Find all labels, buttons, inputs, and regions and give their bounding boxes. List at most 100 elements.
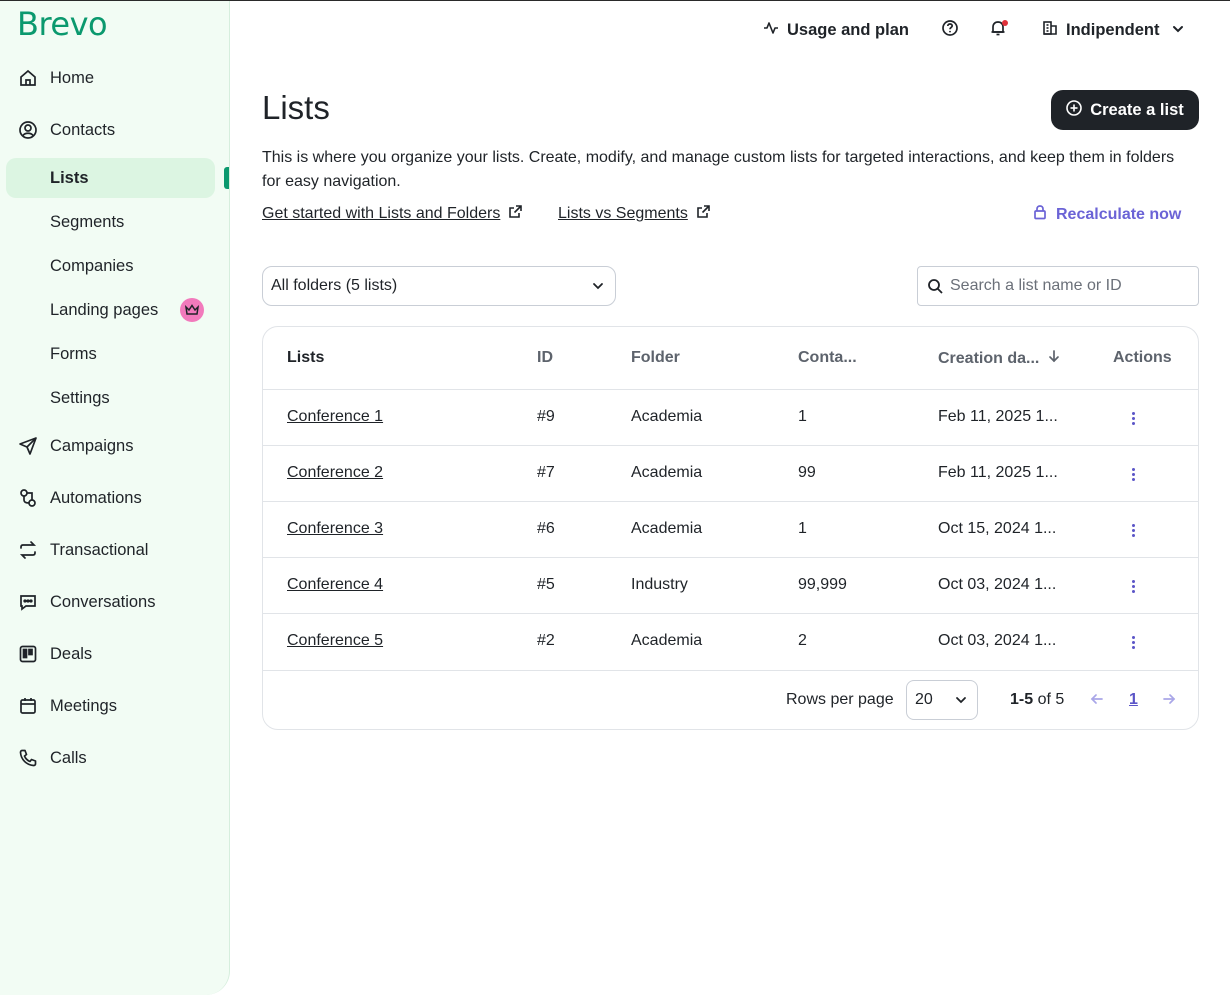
usage-and-plan-button[interactable]: Usage and plan	[763, 18, 909, 42]
sidebar-item-companies[interactable]: Companies	[6, 246, 215, 286]
folder-filter-value: All folders (5 lists)	[271, 277, 398, 294]
chevron-down-icon	[591, 279, 605, 298]
phone-icon	[18, 748, 38, 768]
sidebar-item-campaigns[interactable]: Campaigns	[0, 426, 230, 466]
sidebar-item-label: Calls	[50, 748, 87, 767]
table-row: Conference 2 #7 Academia 99 Feb 11, 2025…	[263, 446, 1198, 502]
crown-icon	[180, 298, 204, 322]
chevron-down-icon	[1172, 21, 1184, 40]
list-name-link[interactable]: Conference 5	[287, 632, 383, 650]
sidebar-item-label: Meetings	[50, 696, 117, 715]
more-actions-icon[interactable]	[1127, 406, 1139, 430]
sidebar-item-forms[interactable]: Forms	[6, 334, 215, 374]
kanban-icon	[18, 644, 38, 664]
sidebar-item-segments[interactable]: Segments	[6, 202, 215, 242]
usage-label: Usage and plan	[787, 20, 909, 39]
table-row: Conference 4 #5 Industry 99,999 Oct 03, …	[263, 558, 1198, 614]
external-link-icon	[508, 204, 523, 224]
page-title: Lists	[262, 89, 330, 126]
paper-plane-icon	[18, 436, 38, 456]
list-name-link[interactable]: Conference 3	[287, 520, 383, 538]
help-button[interactable]	[941, 18, 959, 42]
account-menu[interactable]: Indipendent	[1042, 18, 1184, 42]
sidebar-item-deals[interactable]: Deals	[0, 634, 230, 674]
search-input[interactable]	[950, 275, 1190, 297]
rows-per-page-label: Rows per page	[786, 691, 894, 708]
list-name-link[interactable]: Conference 4	[287, 576, 383, 594]
more-actions-icon[interactable]	[1127, 518, 1139, 542]
list-folder: Academia	[631, 632, 703, 649]
page-number-button[interactable]: 1	[1129, 691, 1138, 709]
sidebar-item-settings[interactable]: Settings	[6, 378, 215, 418]
list-folder: Academia	[631, 520, 703, 537]
list-contacts: 2	[798, 632, 807, 649]
create-list-label: Create a list	[1090, 100, 1184, 119]
list-id: #2	[537, 632, 555, 649]
sidebar-item-label: Settings	[50, 388, 110, 407]
sidebar-item-conversations[interactable]: Conversations	[0, 582, 230, 622]
sidebar-item-lists[interactable]: Lists	[6, 158, 215, 198]
link-label: Lists vs Segments	[558, 205, 688, 222]
sidebar-item-home[interactable]: Home	[0, 58, 230, 98]
lists-vs-segments-link[interactable]: Lists vs Segments	[558, 204, 711, 224]
sidebar-item-label: Transactional	[50, 540, 149, 559]
list-created: Oct 03, 2024 1...	[938, 632, 1057, 649]
swap-icon	[18, 540, 38, 560]
folder-filter-select[interactable]: All folders (5 lists)	[262, 266, 616, 306]
sidebar-item-contacts[interactable]: Contacts	[0, 110, 230, 150]
sidebar-item-label: Companies	[50, 256, 134, 275]
arrow-down-icon	[1047, 349, 1061, 368]
search-box	[917, 266, 1199, 306]
notification-dot	[1002, 20, 1008, 26]
more-actions-icon[interactable]	[1127, 462, 1139, 486]
sidebar-item-landing-pages[interactable]: Landing pages	[6, 290, 215, 330]
create-list-button[interactable]: Create a list	[1051, 90, 1199, 130]
contacts-icon	[18, 120, 38, 140]
home-icon	[18, 68, 38, 88]
sidebar-item-label: Lists	[50, 168, 89, 187]
link-label: Get started with Lists and Folders	[262, 205, 501, 222]
list-created: Oct 03, 2024 1...	[938, 576, 1057, 593]
column-header-id[interactable]: ID	[537, 349, 553, 367]
list-name-link[interactable]: Conference 2	[287, 464, 383, 482]
next-page-button[interactable]	[1159, 689, 1179, 709]
more-actions-icon[interactable]	[1127, 574, 1139, 598]
column-header-folder[interactable]: Folder	[631, 349, 680, 367]
list-id: #9	[537, 408, 555, 425]
sidebar-item-calls[interactable]: Calls	[0, 738, 230, 778]
sidebar-item-meetings[interactable]: Meetings	[0, 686, 230, 726]
column-header-contacts[interactable]: Conta...	[798, 349, 857, 367]
list-created: Oct 15, 2024 1...	[938, 520, 1057, 537]
list-name-link[interactable]: Conference 1	[287, 408, 383, 426]
activity-icon	[763, 20, 779, 41]
get-started-link[interactable]: Get started with Lists and Folders	[262, 204, 523, 224]
more-actions-icon[interactable]	[1127, 630, 1139, 654]
search-icon	[927, 278, 944, 300]
list-created: Feb 11, 2025 1...	[938, 408, 1058, 425]
sidebar-item-label: Contacts	[50, 120, 116, 139]
account-name: Indipendent	[1066, 20, 1160, 39]
list-created: Feb 11, 2025 1...	[938, 464, 1058, 481]
sidebar-item-label: Conversations	[50, 592, 156, 611]
list-folder: Academia	[631, 408, 703, 425]
table-row: Conference 5 #2 Academia 2 Oct 03, 2024 …	[263, 614, 1198, 671]
prev-page-button[interactable]	[1087, 689, 1107, 709]
page-description: This is where you organize your lists. C…	[262, 149, 1175, 190]
plus-circle-icon	[1066, 99, 1083, 121]
brevo-logo[interactable]: Brevo	[17, 5, 108, 43]
list-contacts: 99	[798, 464, 816, 481]
help-icon	[941, 19, 959, 42]
rows-per-page-select[interactable]: 20	[906, 680, 978, 720]
sidebar-item-label: Segments	[50, 212, 125, 231]
recalculate-label: Recalculate now	[1056, 205, 1182, 223]
rows-per-page-value: 20	[915, 691, 933, 708]
recalculate-now-button[interactable]: Recalculate now	[1032, 204, 1181, 225]
sidebar-item-transactional[interactable]: Transactional	[0, 530, 230, 570]
sidebar-item-label: Landing pages	[50, 300, 159, 319]
column-header-lists[interactable]: Lists	[287, 349, 324, 367]
sidebar-item-automations[interactable]: Automations	[0, 478, 230, 518]
list-contacts: 1	[798, 520, 807, 537]
sidebar: Brevo Home Contacts Lists Segments Compa…	[0, 1, 230, 995]
column-header-creation-date[interactable]: Creation da...	[938, 349, 1061, 368]
list-id: #7	[537, 464, 555, 481]
